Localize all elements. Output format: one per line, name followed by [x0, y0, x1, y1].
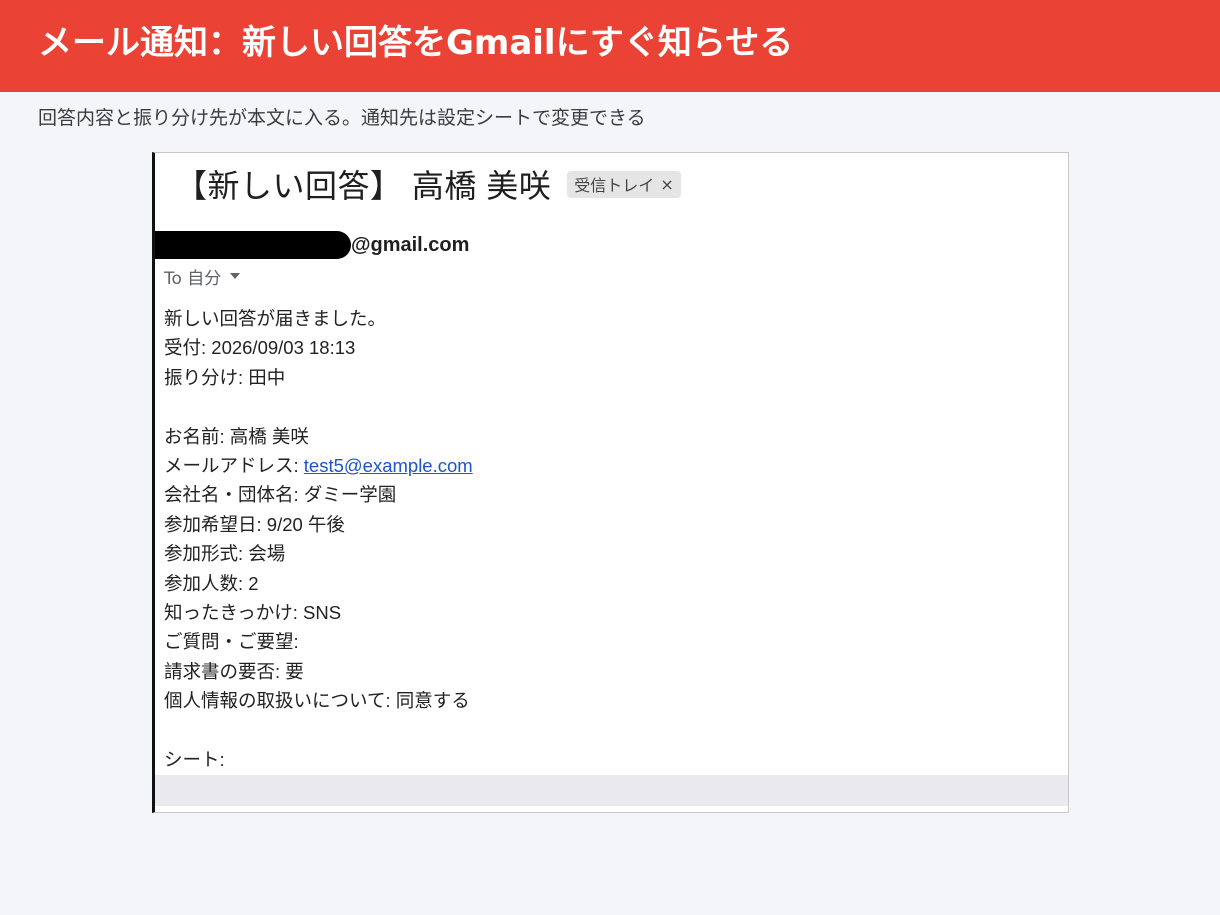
body-line: 個人情報の取扱いについて: 同意する [164, 690, 470, 712]
body-line: 知ったきっかけ: SNS [164, 601, 342, 623]
subject-row: 【新しい回答】 高橋 美咲 受信トレイ × [175, 159, 681, 209]
body-line: ご質問・ご要望: [164, 631, 299, 653]
inbox-label: 受信トレイ [574, 176, 655, 195]
email-field-label: メールアドレス: [164, 454, 304, 476]
body-line: 請求書の要否: 要 [164, 660, 304, 682]
body-line: お名前: 高橋 美咲 [164, 425, 309, 447]
email-screenshot: 【新しい回答】 高橋 美咲 受信トレイ × @gmail.com To 自分 新… [152, 152, 1069, 813]
recipient-label: To 自分 [164, 268, 222, 289]
body-line: シート: [164, 748, 225, 770]
body-line: メールアドレス: test5@example.com [164, 451, 473, 480]
page-subtitle: 回答内容と振り分け先が本文に入る。通知先は設定シートで変更できる [38, 107, 646, 129]
close-icon[interactable]: × [660, 175, 673, 194]
sender-email: @gmail.com [351, 233, 470, 256]
body-line: 受付: 2026/09/03 18:13 [164, 337, 356, 359]
body-line: 参加形式: 会場 [164, 543, 286, 565]
sender-row: @gmail.com [155, 230, 469, 260]
email-link[interactable]: test5@example.com [304, 455, 473, 476]
body-line: 振り分け: 田中 [164, 366, 286, 388]
inbox-label-chip[interactable]: 受信トレイ × [567, 170, 681, 198]
email-subject: 【新しい回答】 高橋 美咲 [175, 168, 552, 204]
body-line: 参加人数: 2 [164, 572, 259, 594]
page-title: メール通知：新しい回答をGmailにすぐ知らせる [38, 23, 794, 63]
redacted-sender-name [155, 231, 351, 259]
body-line: 新しい回答が届きました。 [164, 308, 387, 329]
chevron-down-icon[interactable] [230, 273, 241, 279]
bottom-strip [155, 775, 1068, 806]
email-body: 新しい回答が届きました。 受付: 2026/09/03 18:13 振り分け: … [164, 304, 473, 774]
recipient-row[interactable]: To 自分 [164, 263, 241, 289]
body-line: 参加希望日: 9/20 午後 [164, 513, 345, 535]
body-line: 会社名・団体名: ダミー学園 [164, 484, 397, 506]
header-bar: メール通知：新しい回答をGmailにすぐ知らせる [0, 0, 1220, 92]
